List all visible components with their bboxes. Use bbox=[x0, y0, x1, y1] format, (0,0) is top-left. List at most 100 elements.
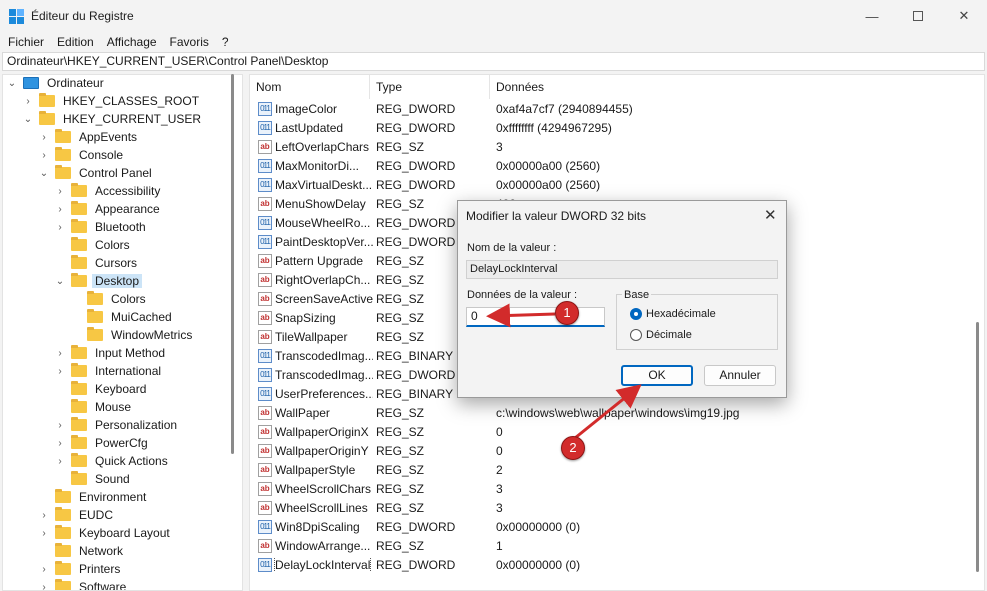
value-row[interactable]: ab WheelScrollChars REG_SZ 3 bbox=[250, 479, 984, 498]
column-header-type[interactable]: Type bbox=[370, 75, 490, 99]
tree-scrollbar[interactable] bbox=[231, 74, 234, 454]
cancel-button[interactable]: Annuler bbox=[704, 365, 776, 386]
chevron-right-icon[interactable]: › bbox=[55, 186, 65, 197]
tree-item[interactable]: › Appearance bbox=[55, 200, 163, 218]
tree-item[interactable]: › Accessibility bbox=[55, 182, 163, 200]
step-badge-2: 2 bbox=[561, 436, 585, 460]
computer-icon bbox=[23, 77, 39, 89]
value-data-input[interactable]: 0 bbox=[466, 307, 605, 327]
value-name-cell: ab WallpaperOriginX bbox=[258, 424, 373, 439]
value-row[interactable]: ab WindowArrange... REG_SZ 1 bbox=[250, 536, 984, 555]
minimize-button[interactable]: — bbox=[849, 0, 895, 32]
tree-item[interactable]: › Personalization bbox=[55, 416, 180, 434]
tree-item[interactable]: Sound bbox=[55, 470, 133, 488]
value-name: Win8DpiScaling bbox=[275, 519, 360, 534]
tree-item[interactable]: ⌄ Ordinateur bbox=[7, 75, 107, 92]
tree-item[interactable]: Cursors bbox=[55, 254, 140, 272]
menu-help[interactable]: ? bbox=[222, 35, 229, 49]
value-row[interactable]: 011 DelayLockInterval REG_DWORD 0x00000000 … bbox=[250, 555, 984, 574]
chevron-right-icon[interactable]: › bbox=[55, 366, 65, 377]
menu-edition[interactable]: Edition bbox=[57, 35, 94, 49]
value-row[interactable]: ab WallpaperOriginX REG_SZ 0 bbox=[250, 422, 984, 441]
tree-item[interactable]: Network bbox=[39, 542, 126, 560]
menu-favoris[interactable]: Favoris bbox=[170, 35, 209, 49]
tree-item[interactable]: › Printers bbox=[39, 560, 123, 578]
radio-hexadecimal[interactable]: Hexadécimale bbox=[630, 308, 716, 320]
chevron-right-icon[interactable]: › bbox=[55, 438, 65, 449]
chevron-down-icon[interactable]: ⌄ bbox=[55, 276, 65, 287]
chevron-down-icon[interactable]: ⌄ bbox=[23, 114, 33, 125]
list-scrollbar[interactable] bbox=[976, 322, 979, 572]
tree-item[interactable]: › International bbox=[55, 362, 164, 380]
radio-dec-icon[interactable] bbox=[630, 329, 642, 341]
value-data: 0 bbox=[496, 443, 503, 458]
value-row[interactable]: ab WallpaperStyle REG_SZ 2 bbox=[250, 460, 984, 479]
tree-item[interactable]: › HKEY_CLASSES_ROOT bbox=[23, 92, 202, 110]
radio-hex-icon[interactable] bbox=[630, 308, 642, 320]
menu-fichier[interactable]: Fichier bbox=[8, 35, 44, 49]
value-row[interactable]: 011 LastUpdated REG_DWORD 0xffffffff (42949… bbox=[250, 118, 984, 137]
value-row[interactable]: ab WallpaperOriginY REG_SZ 0 bbox=[250, 441, 984, 460]
value-name-cell: 011 MouseWheelRo... bbox=[258, 215, 373, 230]
column-header-name[interactable]: Nom bbox=[250, 75, 370, 99]
dialog-title: Modifier la valeur DWORD 32 bits bbox=[466, 209, 647, 223]
tree-item[interactable]: MuiCached bbox=[71, 308, 175, 326]
tree-item[interactable]: › Console bbox=[39, 146, 126, 164]
value-row[interactable]: 011 MaxMonitorDi... REG_DWORD 0x00000a00 (2… bbox=[250, 156, 984, 175]
chevron-down-icon[interactable]: ⌄ bbox=[7, 78, 17, 89]
step-badge-1: 1 bbox=[555, 301, 579, 325]
tree-item[interactable]: › AppEvents bbox=[39, 128, 140, 146]
chevron-right-icon[interactable]: › bbox=[55, 456, 65, 467]
chevron-right-icon[interactable]: › bbox=[55, 222, 65, 233]
tree-item[interactable]: ⌄ Desktop bbox=[55, 272, 143, 290]
chevron-right-icon[interactable]: › bbox=[55, 420, 65, 431]
tree-item[interactable]: ⌄ HKEY_CURRENT_USER bbox=[23, 110, 204, 128]
tree-item[interactable]: › Quick Actions bbox=[55, 452, 171, 470]
tree-item[interactable]: Colors bbox=[71, 290, 149, 308]
chevron-right-icon[interactable]: › bbox=[55, 348, 65, 359]
dialog-close-icon[interactable]: ✕ bbox=[764, 206, 777, 224]
tree-item[interactable]: ⌄ Control Panel bbox=[39, 164, 155, 182]
chevron-right-icon[interactable]: › bbox=[39, 528, 49, 539]
radio-decimal[interactable]: Décimale bbox=[630, 329, 692, 341]
chevron-right-icon[interactable]: › bbox=[39, 132, 49, 143]
value-row[interactable]: 011 MaxVirtualDeskt... REG_DWORD 0x00000a00… bbox=[250, 175, 984, 194]
tree-item[interactable]: › EUDC bbox=[39, 506, 116, 524]
tree-item[interactable]: › PowerCfg bbox=[55, 434, 151, 452]
address-bar[interactable]: Ordinateur\HKEY_CURRENT_USER\Control Pan… bbox=[2, 52, 985, 71]
tree-item[interactable]: › Keyboard Layout bbox=[39, 524, 173, 542]
tree-item[interactable]: Keyboard bbox=[55, 380, 149, 398]
value-row[interactable]: 011 ImageColor REG_DWORD 0xaf4a7cf7 (294089… bbox=[250, 99, 984, 118]
chevron-right-icon[interactable]: › bbox=[39, 510, 49, 521]
folder-icon bbox=[55, 507, 71, 521]
close-button[interactable]: ✕ bbox=[941, 0, 987, 32]
value-row[interactable]: ab LeftOverlapChars REG_SZ 3 bbox=[250, 137, 984, 156]
binary-value-icon: 011 bbox=[258, 101, 272, 116]
tree-item[interactable]: WindowMetrics bbox=[71, 326, 195, 344]
string-value-icon: ab bbox=[258, 500, 272, 515]
ok-button[interactable]: OK bbox=[621, 365, 693, 386]
value-row[interactable]: ab WheelScrollLines REG_SZ 3 bbox=[250, 498, 984, 517]
tree-item[interactable]: Colors bbox=[55, 236, 133, 254]
tree-item[interactable]: Environment bbox=[39, 488, 149, 506]
tree-item[interactable]: › Bluetooth bbox=[55, 218, 149, 236]
chevron-right-icon[interactable]: › bbox=[39, 150, 49, 161]
chevron-right-icon[interactable]: › bbox=[39, 582, 49, 591]
folder-icon bbox=[55, 543, 71, 557]
chevron-right-icon[interactable]: › bbox=[23, 96, 33, 107]
tree-item[interactable]: › Software bbox=[39, 578, 129, 591]
menu-affichage[interactable]: Affichage bbox=[107, 35, 157, 49]
tree-item[interactable]: Mouse bbox=[55, 398, 134, 416]
chevron-right-icon[interactable]: › bbox=[55, 204, 65, 215]
binary-value-icon: 011 bbox=[258, 234, 272, 249]
column-header-data[interactable]: Données bbox=[490, 75, 984, 99]
value-row[interactable]: ab WallPaper REG_SZ c:\windows\web\wallpape… bbox=[250, 403, 984, 422]
chevron-right-icon[interactable]: › bbox=[39, 564, 49, 575]
chevron-down-icon[interactable]: ⌄ bbox=[39, 168, 49, 179]
value-type: REG_SZ bbox=[376, 291, 425, 306]
maximize-button[interactable] bbox=[895, 0, 941, 32]
value-row[interactable]: 011 Win8DpiScaling REG_DWORD 0x00000000 (0) bbox=[250, 517, 984, 536]
tree-item[interactable]: › Input Method bbox=[55, 344, 168, 362]
string-value-icon: ab bbox=[258, 253, 272, 268]
value-name-cell: 011 TranscodedImag... bbox=[258, 367, 373, 382]
